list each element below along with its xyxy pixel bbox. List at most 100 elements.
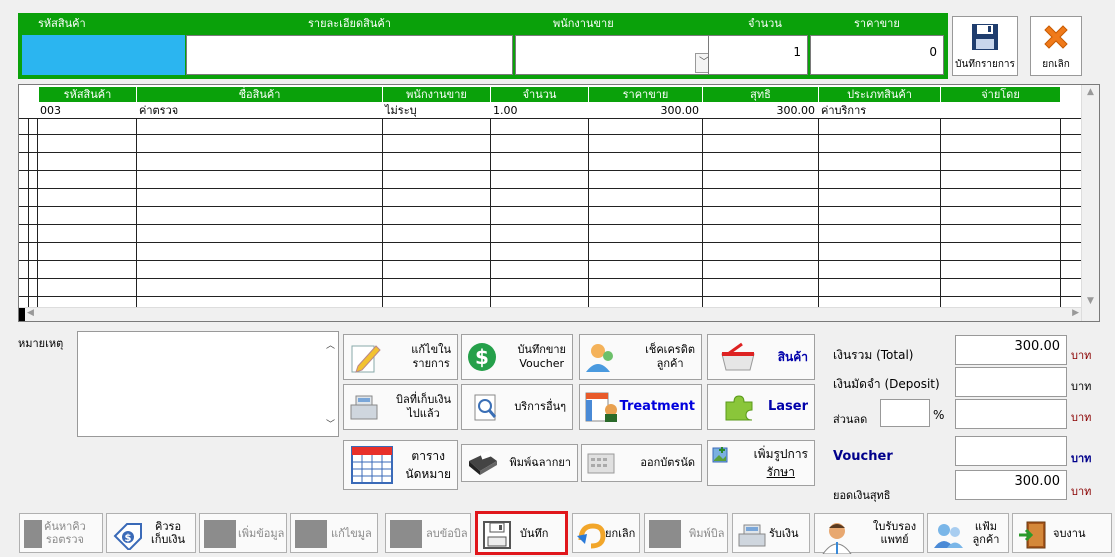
users-icon <box>934 524 963 548</box>
delete-bill-button[interactable]: ลบข้อบิล <box>385 513 471 553</box>
cash-register-icon <box>350 395 378 420</box>
receive-payment-button[interactable]: รับเงิน <box>732 513 810 553</box>
grid-header: รหัสสินค้า ชื่อสินค้า พนักงานขาย จำนวน ร… <box>19 85 1081 103</box>
save-item-button[interactable]: บันทึกรายการ <box>952 16 1018 76</box>
table-row[interactable] <box>19 209 1081 225</box>
doctor-cert-button[interactable]: ใบรับรอง แพทย์ <box>814 513 924 554</box>
col-qty: จำนวน <box>491 87 588 102</box>
add-treatment-line1: เพิ่มรูปการ <box>753 447 808 461</box>
close-icon <box>1044 25 1068 49</box>
col-name: ชื่อสินค้า <box>137 87 382 102</box>
scroll-left-icon[interactable]: ◀ <box>27 308 34 318</box>
treatment-label: Treatment <box>619 399 696 414</box>
grid-vertical-scrollbar[interactable]: ▲ ▼ <box>1081 85 1099 321</box>
discount-label: ส่วนลด <box>833 413 868 426</box>
table-row[interactable] <box>19 245 1081 261</box>
paid-bills-button[interactable]: บิลที่เก็บเงิน ไปแล้ว <box>343 384 458 430</box>
print-label-button[interactable]: พิมพ์ฉลากยา <box>461 444 578 482</box>
currency-label: บาท <box>1071 411 1092 424</box>
exit-door-icon <box>1019 521 1046 549</box>
cancel-entry-button[interactable]: ยกเลิก <box>1030 16 1082 76</box>
print-label-text: พิมพ์ฉลากยา <box>509 456 571 469</box>
pay-queue-line1: คิวรอ <box>155 520 182 533</box>
other-services-label: บริการอื่นๆ <box>514 400 566 413</box>
other-services-button[interactable]: บริการอื่นๆ <box>461 384 573 430</box>
cancel-entry-label: ยกเลิก <box>1042 59 1070 70</box>
table-row[interactable]: 003 ค่าตรวจ ไม่ระบุ 1.00 300.00 300.00 ค… <box>19 103 1081 119</box>
appointments-button[interactable]: ตารางนัดหมาย <box>343 440 458 490</box>
receive-payment-label: รับเงิน <box>769 526 799 540</box>
deposit-input[interactable] <box>955 367 1067 397</box>
quantity-input[interactable]: 1 <box>708 35 808 75</box>
laser-button[interactable]: Laser <box>707 384 815 430</box>
currency-label: บาท <box>1071 452 1092 465</box>
appointments-line2: นัดหมาย <box>405 467 451 481</box>
add-data-button[interactable]: เพิ่มข้อมูล <box>199 513 287 553</box>
save-voucher-line2: Voucher <box>519 357 565 370</box>
dollar-icon: $ <box>468 343 496 371</box>
pay-queue-button[interactable]: $ คิวรอ เก็บเงิน <box>106 513 196 553</box>
customer-file-button[interactable]: แฟ้มลูกค้า <box>927 513 1009 553</box>
appointment-card-button[interactable]: ออกบัตรนัด <box>581 444 702 482</box>
seller-select[interactable]: ﹀ <box>515 35 716 75</box>
percent-sign: % <box>933 408 945 422</box>
customer-file-label: แฟ้มลูกค้า <box>972 520 1000 546</box>
table-row[interactable] <box>19 173 1081 189</box>
edit-items-button[interactable]: แก้ไขใน รายการ <box>343 334 458 380</box>
appointment-card-label: ออกบัตรนัด <box>640 456 695 469</box>
price-input[interactable]: 0 <box>810 35 944 75</box>
print-bill-button[interactable]: พิมพ์บิล <box>644 513 728 553</box>
search-queue-line1: ค้นหาคิว <box>44 520 86 533</box>
scroll-down-icon[interactable]: ﹀ <box>326 417 335 430</box>
save-item-label: บันทึกรายการ <box>955 59 1015 70</box>
treatment-chart-icon <box>585 392 617 422</box>
table-row[interactable] <box>19 227 1081 243</box>
header-price: ราคาขาย <box>854 17 900 30</box>
treatment-button[interactable]: Treatment <box>579 384 702 430</box>
table-row[interactable] <box>19 281 1081 297</box>
voucher-input[interactable] <box>955 436 1067 466</box>
edit-data-button[interactable]: แก้ไขมูล <box>290 513 378 553</box>
add-icon <box>204 520 236 548</box>
search-queue-button[interactable]: ค้นหาคิว รอตรวจ <box>19 513 103 553</box>
table-row[interactable] <box>19 155 1081 171</box>
remarks-textarea[interactable]: ︿ ﹀ <box>77 331 339 437</box>
row-type: ค่าบริการ <box>821 104 867 117</box>
cancel-button[interactable]: ยกเลิก <box>572 513 640 553</box>
exit-button[interactable]: จบงาน <box>1012 513 1112 553</box>
discount-percent-input[interactable] <box>880 399 930 427</box>
table-row[interactable] <box>19 137 1081 153</box>
discount-value-input[interactable] <box>955 399 1067 429</box>
table-row[interactable] <box>19 191 1081 207</box>
money-tag-icon: $ <box>113 523 142 550</box>
pencil-paper-icon <box>351 345 381 373</box>
header-seller: พนักงานขาย <box>553 17 614 30</box>
currency-label: บาท <box>1071 485 1092 498</box>
check-credit-button[interactable]: เช็คเครดิต ลูกค้า <box>579 334 702 380</box>
add-treatment-image-button[interactable]: เพิ่มรูปการ รักษา <box>707 440 815 486</box>
items-grid[interactable]: รหัสสินค้า ชื่อสินค้า พนักงานขาย จำนวน ร… <box>18 84 1100 322</box>
row-code: 003 <box>40 104 61 117</box>
scroll-right-icon[interactable]: ▶ <box>1072 308 1079 318</box>
laser-label: Laser <box>767 399 808 414</box>
printer-icon <box>469 450 497 475</box>
product-detail-input[interactable] <box>186 35 513 75</box>
col-price: ราคาขาย <box>589 87 702 102</box>
table-row[interactable] <box>19 119 1081 135</box>
table-row[interactable] <box>19 263 1081 279</box>
scroll-up-icon[interactable]: ▲ <box>1082 87 1099 97</box>
price-value: 0 <box>929 45 937 59</box>
queue-icon <box>24 520 42 548</box>
save-voucher-button[interactable]: $ บันทึกขาย Voucher <box>461 334 573 380</box>
item-entry-panel: รหัสสินค้า รายละเอียดสินค้า พนักงานขาย จ… <box>18 13 948 79</box>
scroll-up-icon[interactable]: ︿ <box>326 338 335 351</box>
row-payby <box>940 103 1060 119</box>
cancel-label: ยกเลิก <box>605 526 636 540</box>
grid-horizontal-scrollbar[interactable]: ◀ ▶ <box>19 307 1081 321</box>
edit-data-label: แก้ไขมูล <box>331 526 372 540</box>
appointments-line1: ตาราง <box>411 449 445 463</box>
save-button[interactable]: บันทึก <box>475 511 568 555</box>
products-button[interactable]: สินค้า <box>707 334 815 380</box>
product-code-input[interactable] <box>22 35 185 75</box>
scroll-down-icon[interactable]: ▼ <box>1082 296 1099 306</box>
